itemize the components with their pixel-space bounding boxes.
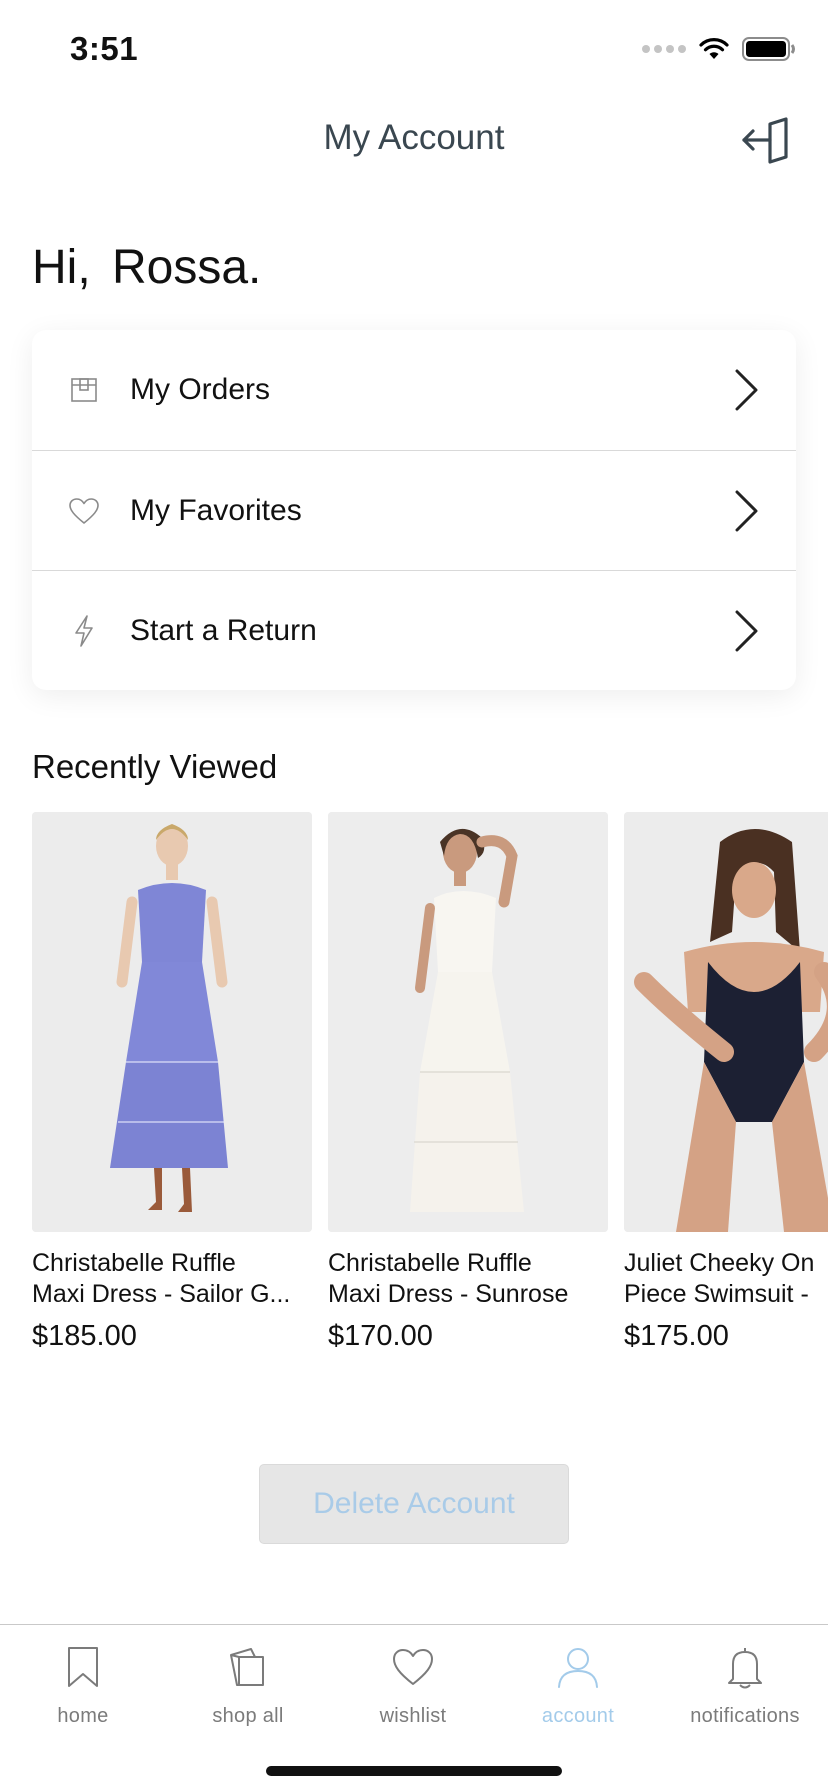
cellular-signal-icon bbox=[642, 45, 686, 53]
product-image[interactable] bbox=[32, 812, 312, 1232]
tab-wishlist[interactable]: wishlist bbox=[330, 1643, 496, 1728]
user-icon bbox=[554, 1643, 602, 1691]
header: My Account bbox=[0, 96, 828, 186]
menu-item-label: My Favorites bbox=[130, 493, 302, 527]
chevron-right-icon bbox=[735, 610, 758, 651]
tab-account[interactable]: account bbox=[495, 1643, 661, 1728]
app-screen: 3:51 My Account Hi, Rossa. My Orders My … bbox=[0, 0, 828, 1792]
product-name-line: Christabelle Ruffle bbox=[328, 1249, 532, 1277]
product-card[interactable]: Christabelle Ruffle Maxi Dress - Sailor … bbox=[32, 812, 312, 1352]
product-name-line: Piece Swimsuit - bbox=[624, 1280, 809, 1308]
product-name[interactable]: Christabelle Ruffle Maxi Dress - Sailor … bbox=[32, 1248, 312, 1310]
tab-label: notifications bbox=[690, 1705, 800, 1727]
box-icon bbox=[68, 374, 100, 406]
status-time: 3:51 bbox=[70, 30, 139, 67]
home-indicator[interactable] bbox=[266, 1766, 562, 1776]
tab-label: wishlist bbox=[379, 1705, 447, 1727]
shopping-bag-icon bbox=[224, 1643, 272, 1691]
battery-icon bbox=[742, 37, 795, 61]
menu-item-start-return[interactable]: Start a Return bbox=[32, 570, 796, 690]
product-image[interactable] bbox=[624, 812, 828, 1232]
delete-account-button[interactable]: Delete Account bbox=[259, 1464, 569, 1544]
product-card[interactable]: Christabelle Ruffle Maxi Dress - Sunrose… bbox=[328, 812, 608, 1352]
product-name[interactable]: Christabelle Ruffle Maxi Dress - Sunrose bbox=[328, 1248, 608, 1310]
tab-home[interactable]: home bbox=[0, 1643, 166, 1728]
chevron-right-icon bbox=[735, 490, 758, 531]
chevron-right-icon bbox=[735, 369, 758, 411]
product-name[interactable]: Juliet Cheeky On Piece Swimsuit - bbox=[624, 1248, 828, 1310]
product-price: $185.00 bbox=[32, 1320, 137, 1352]
account-menu: My Orders My Favorites Start a Return bbox=[32, 330, 796, 690]
tab-label: home bbox=[57, 1705, 109, 1727]
menu-item-my-orders[interactable]: My Orders bbox=[32, 330, 796, 450]
tab-notifications[interactable]: notifications bbox=[662, 1643, 828, 1728]
heart-icon bbox=[389, 1643, 437, 1691]
product-price: $170.00 bbox=[328, 1320, 433, 1352]
greeting-text: Hi, Rossa. bbox=[32, 241, 262, 294]
tab-shop-all[interactable]: shop all bbox=[165, 1643, 331, 1728]
tab-label: account bbox=[541, 1705, 615, 1727]
status-bar: 3:51 bbox=[0, 0, 828, 96]
logout-icon bbox=[742, 117, 788, 164]
recently-viewed-list[interactable]: Christabelle Ruffle Maxi Dress - Sailor … bbox=[32, 812, 828, 1352]
bell-icon bbox=[721, 1643, 769, 1691]
heart-icon bbox=[68, 495, 100, 527]
product-name-line: Maxi Dress - Sunrose bbox=[328, 1280, 569, 1308]
recently-viewed-title: Recently Viewed bbox=[32, 748, 278, 785]
bookmark-icon bbox=[59, 1643, 107, 1691]
product-card[interactable]: Juliet Cheeky On Piece Swimsuit - $175.0… bbox=[624, 812, 828, 1352]
menu-item-label: My Orders bbox=[130, 373, 271, 406]
page-title: My Account bbox=[323, 118, 505, 157]
product-name-line: Christabelle Ruffle bbox=[32, 1249, 236, 1277]
menu-item-my-favorites[interactable]: My Favorites bbox=[32, 450, 796, 570]
wifi-icon bbox=[699, 38, 729, 59]
product-image[interactable] bbox=[328, 812, 608, 1232]
product-name-line: Juliet Cheeky On bbox=[624, 1249, 815, 1277]
menu-item-label: Start a Return bbox=[130, 613, 317, 647]
lightning-icon bbox=[68, 614, 100, 647]
product-price: $175.00 bbox=[624, 1320, 729, 1352]
status-indicators bbox=[642, 36, 796, 62]
logout-button[interactable] bbox=[738, 114, 794, 166]
product-name-line: Maxi Dress - Sailor G... bbox=[32, 1280, 291, 1308]
tab-label: shop all bbox=[212, 1705, 284, 1727]
